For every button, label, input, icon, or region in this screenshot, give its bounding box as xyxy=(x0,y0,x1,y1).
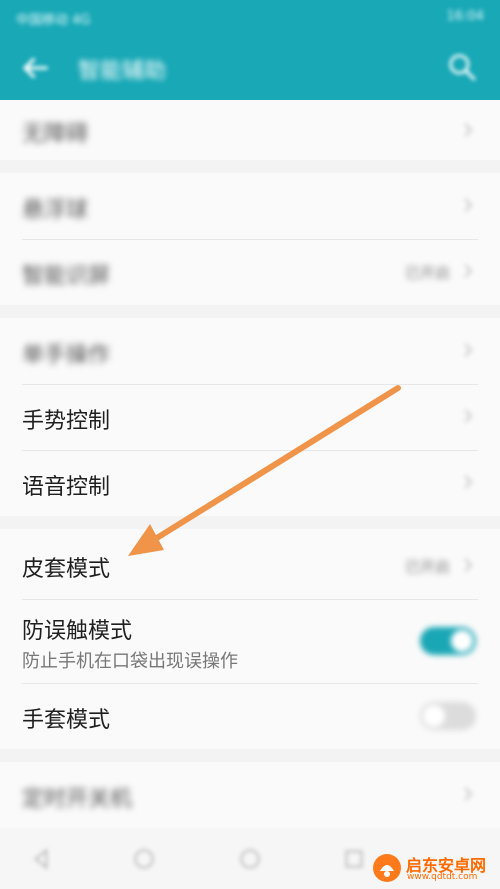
status-bar: 中国移动 4G 16:04 xyxy=(0,0,500,35)
chevron-right-icon xyxy=(464,123,473,137)
chevron-right-icon xyxy=(464,475,473,489)
setting-label: 无障碍 xyxy=(22,122,89,147)
setting-label: 防误触模式 xyxy=(22,619,133,644)
chevron-right-icon xyxy=(464,343,473,357)
setting-label: 语音控制 xyxy=(22,475,111,500)
setting-scheduled-power[interactable]: 定时开关机 xyxy=(0,762,500,828)
watermark-url: www.qdtdt.com xyxy=(407,872,478,882)
setting-description: 防止手机在口袋出现误操作 xyxy=(22,651,238,672)
setting-value: 已开启 xyxy=(404,558,450,576)
setting-one-hand[interactable]: 单手操作 xyxy=(0,318,500,384)
setting-smart-screen[interactable]: 智能识屏 已开启 xyxy=(0,239,500,305)
settings-section: 悬浮球 智能识屏 已开启 xyxy=(0,173,500,305)
setting-voice-control[interactable]: 语音控制 xyxy=(0,450,500,516)
settings-section: 无障碍 xyxy=(0,100,500,160)
search-icon[interactable] xyxy=(446,51,478,83)
chevron-right-icon xyxy=(464,409,473,423)
settings-section: 定时开关机 xyxy=(0,762,500,828)
setting-label: 手套模式 xyxy=(22,708,111,733)
setting-label: 定时开关机 xyxy=(22,787,133,812)
setting-label: 单手操作 xyxy=(22,343,111,368)
nav-recents-icon[interactable] xyxy=(341,846,367,872)
watermark: 启东安卓网 www.qdtdt.com xyxy=(372,850,500,889)
clock-text: 16:04 xyxy=(446,9,484,24)
setting-label: 智能识屏 xyxy=(22,264,111,289)
glove-mode-toggle[interactable] xyxy=(420,702,476,730)
app-bar: 智能辅助 xyxy=(0,35,500,100)
chevron-right-icon xyxy=(464,264,473,278)
chevron-right-icon xyxy=(464,787,473,801)
chevron-right-icon xyxy=(464,558,473,572)
setting-cover-mode[interactable]: 皮套模式 已开启 xyxy=(0,529,500,599)
page-title: 智能辅助 xyxy=(78,59,167,84)
settings-section: 单手操作 手势控制 语音控制 xyxy=(0,318,500,516)
nav-back-icon[interactable] xyxy=(28,846,54,872)
carrier-text: 中国移动 4G xyxy=(16,13,91,28)
setting-accidental-touch[interactable]: 防误触模式 防止手机在口袋出现误操作 xyxy=(0,599,500,683)
watermark-logo-icon xyxy=(373,854,401,882)
setting-label: 手势控制 xyxy=(22,409,111,434)
nav-circle-icon[interactable] xyxy=(237,846,263,872)
setting-floating-dock[interactable]: 悬浮球 xyxy=(0,173,500,239)
toggle-knob xyxy=(451,630,473,652)
setting-label: 悬浮球 xyxy=(22,198,89,223)
setting-value: 已开启 xyxy=(404,264,450,282)
setting-gesture-control[interactable]: 手势控制 xyxy=(0,384,500,450)
setting-accessibility[interactable]: 无障碍 xyxy=(0,100,500,160)
toggle-knob xyxy=(423,705,445,727)
settings-list: 无障碍 悬浮球 智能识屏 已开启 单手操作 手势控制 语音控制 皮套模式 已开启… xyxy=(0,100,500,841)
setting-label: 皮套模式 xyxy=(22,557,111,582)
setting-glove-mode[interactable]: 手套模式 xyxy=(0,683,500,749)
accidental-touch-toggle[interactable] xyxy=(420,627,476,655)
settings-section: 皮套模式 已开启 防误触模式 防止手机在口袋出现误操作 手套模式 xyxy=(0,529,500,749)
nav-home-icon[interactable] xyxy=(131,846,157,872)
back-arrow-icon[interactable] xyxy=(18,51,52,85)
chevron-right-icon xyxy=(464,198,473,212)
